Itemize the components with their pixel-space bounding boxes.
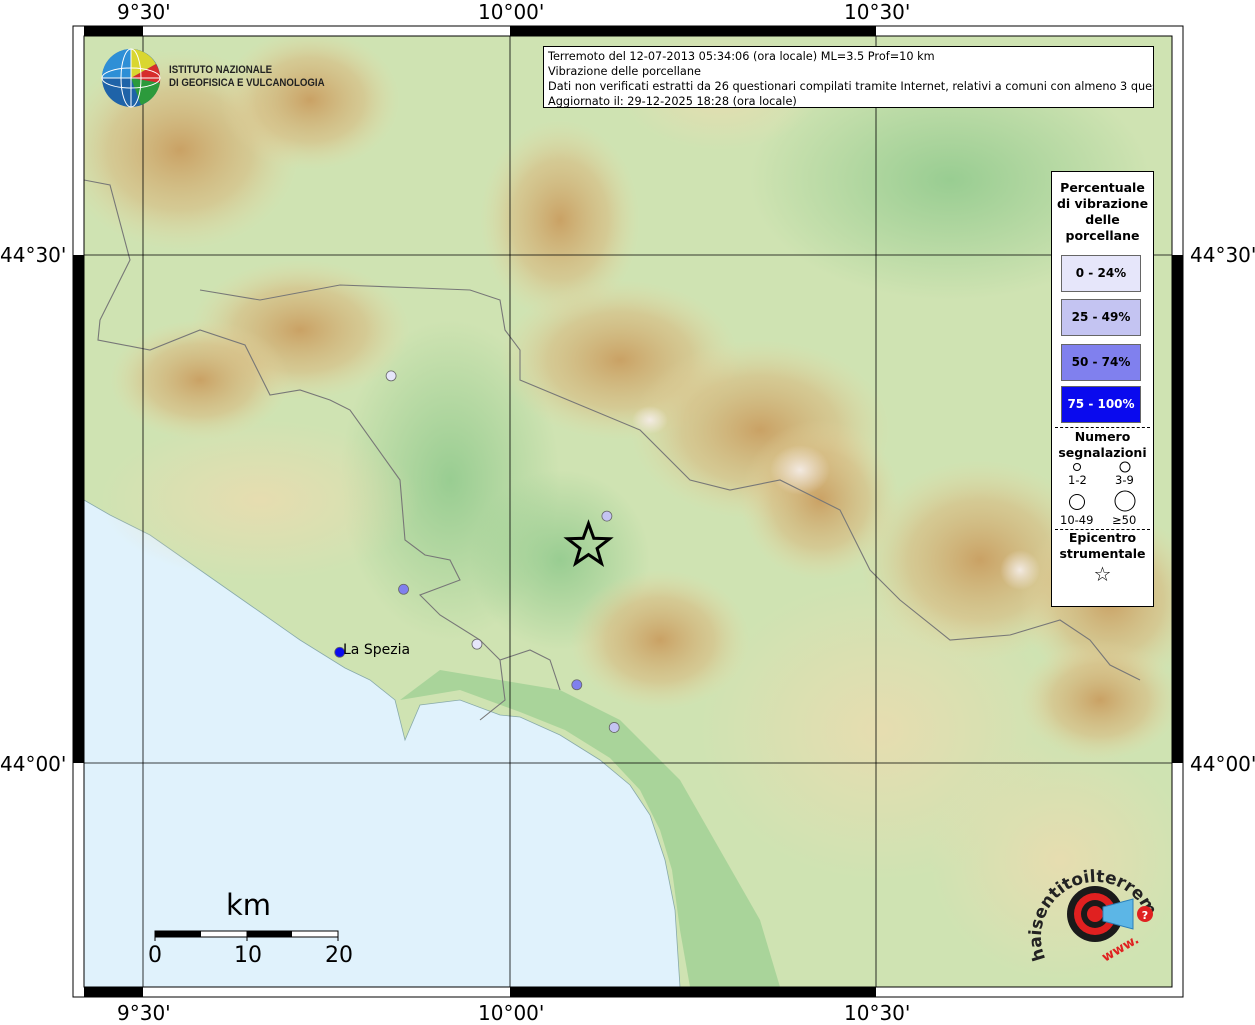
legend-title-line: delle	[1085, 212, 1120, 227]
observation-point[interactable]	[471, 638, 483, 650]
question-mark: ?	[1142, 909, 1148, 922]
legend-count-title-line: Numero	[1074, 429, 1131, 444]
observation-point[interactable]	[601, 510, 613, 522]
ingv-line-2: DI GEOFISICA E VULCANOLOGIA	[169, 77, 325, 89]
legend-title-line: Percentuale	[1060, 180, 1145, 195]
lon-label-top-1: 9°30'	[117, 0, 171, 24]
terrain	[84, 36, 1172, 987]
lat-label-left-1: 44°30'	[0, 243, 67, 267]
legend-epicenter-title-line: strumentale	[1059, 546, 1146, 561]
legend-count-50: ≥50	[1112, 513, 1137, 527]
legend-circle-3-9	[1119, 461, 1131, 473]
place-label-la-spezia: La Spezia	[343, 642, 411, 658]
ingv-line-1: ISTITUTO NAZIONALE	[169, 64, 273, 76]
legend-title-line: porcellane	[1065, 228, 1140, 243]
legend-epicenter-title: Epicentro strumentale	[1052, 530, 1153, 562]
event-title: Terremoto del 12-07-2013 05:34:06 (ora l…	[548, 50, 935, 63]
lat-label-right-2: 44°00'	[1190, 752, 1255, 776]
event-updated: Aggiornato il: 29-12-2025 18:28 (ora loc…	[548, 95, 797, 108]
legend-title: Percentuale di vibrazione delle porcella…	[1052, 180, 1153, 244]
legend-class-3: 75 - 100%	[1061, 386, 1141, 423]
lon-label-bottom-3: 10°30'	[844, 1001, 911, 1025]
observation-point[interactable]	[608, 722, 620, 733]
lat-label-left-2: 44°00'	[0, 752, 67, 776]
legend-title-line: di vibrazione	[1056, 196, 1149, 211]
legend-class-1: 25 - 49%	[1061, 299, 1141, 336]
observation-point[interactable]	[385, 370, 397, 382]
legend-count-3-9: 3-9	[1115, 473, 1134, 487]
legend-divider	[1055, 427, 1150, 428]
scale-tick-20: 20	[325, 943, 353, 968]
event-info-box: Terremoto del 12-07-2013 05:34:06 (ora l…	[543, 46, 1154, 108]
legend-class-0: 0 - 24%	[1061, 255, 1141, 292]
lon-label-bottom-2: 10°00'	[478, 1001, 545, 1025]
event-data-note: Dati non verificati estratti da 26 quest…	[548, 80, 1154, 93]
legend-star-icon: ☆	[1093, 562, 1112, 586]
haisentito-logo[interactable]: haisentitoilterremoto.it ? www.	[1025, 862, 1175, 977]
legend-count-1-2: 1-2	[1068, 473, 1087, 487]
legend-count-symbols	[1069, 461, 1136, 512]
scale-unit: km	[226, 888, 272, 922]
scale-tick-10: 10	[234, 943, 262, 968]
legend-class-2: 50 - 74%	[1061, 344, 1141, 381]
observation-point[interactable]	[398, 583, 409, 595]
observation-point[interactable]	[571, 679, 583, 691]
legend-circle-10-49	[1069, 494, 1085, 510]
ingv-logo-text: ISTITUTO NAZIONALE DI GEOFISICA E VULCAN…	[169, 64, 325, 90]
lon-label-top-2: 10°00'	[478, 0, 545, 24]
legend: Percentuale di vibrazione delle porcella…	[1051, 171, 1154, 607]
legend-count-10-49: 10-49	[1060, 513, 1094, 527]
legend-circle-50	[1114, 490, 1136, 512]
event-parameter: Vibrazione delle porcellane	[548, 65, 701, 78]
lon-label-top-3: 10°30'	[844, 0, 911, 24]
lat-label-right-1: 44°30'	[1190, 243, 1255, 267]
scale-tick-0: 0	[148, 943, 162, 968]
legend-epicenter-title-line: Epicentro	[1068, 530, 1137, 545]
ingv-logo-icon	[101, 48, 161, 108]
lon-label-bottom-1: 9°30'	[117, 1001, 171, 1025]
legend-count-title: Numero segnalazioni	[1052, 429, 1153, 461]
legend-circle-1-2	[1073, 463, 1081, 471]
legend-count-title-line: segnalazioni	[1058, 445, 1147, 460]
